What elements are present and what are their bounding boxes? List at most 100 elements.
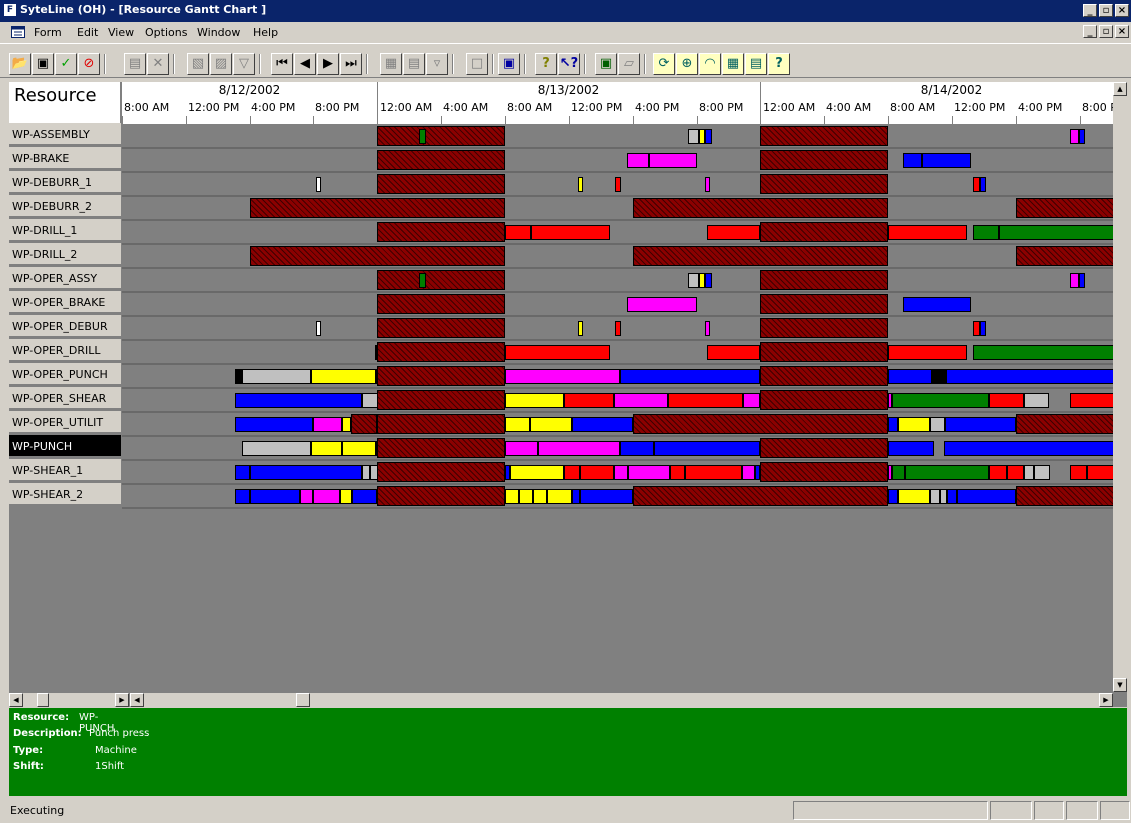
doc-restore-button[interactable]: ▫ xyxy=(1099,25,1113,38)
resource-row-label[interactable]: WP-OPER_ASSY xyxy=(9,267,121,290)
blank-page-icon[interactable]: □ xyxy=(466,53,488,75)
downtime-block[interactable] xyxy=(760,150,888,170)
downtime-block[interactable] xyxy=(250,198,505,218)
downtime-block[interactable] xyxy=(760,174,888,194)
downtime-block[interactable] xyxy=(377,486,505,506)
close-button[interactable]: × xyxy=(1115,4,1129,17)
job-bar[interactable] xyxy=(505,393,564,408)
job-bar[interactable] xyxy=(922,153,971,168)
job-bar[interactable] xyxy=(311,441,342,456)
job-bar[interactable] xyxy=(242,369,311,384)
job-bar[interactable] xyxy=(419,129,426,144)
job-bar[interactable] xyxy=(905,465,989,480)
resource-horizontal-scrollbar[interactable]: ◀ ▶ xyxy=(9,693,129,707)
menu-window[interactable]: Window xyxy=(197,26,240,39)
job-bar[interactable] xyxy=(530,417,572,432)
scroll-thumb[interactable] xyxy=(296,693,310,707)
resource-column-header[interactable]: Resource xyxy=(9,82,121,125)
form-view-icon[interactable]: ▤ xyxy=(403,53,425,75)
menu-help[interactable]: Help xyxy=(253,26,278,39)
downtime-block[interactable] xyxy=(377,414,505,434)
job-bar[interactable] xyxy=(615,177,621,192)
job-bar[interactable] xyxy=(362,465,370,480)
job-bar[interactable] xyxy=(903,153,922,168)
job-bar[interactable] xyxy=(316,177,321,192)
job-bar[interactable] xyxy=(930,489,940,504)
computer-icon[interactable]: ▣ xyxy=(595,53,617,75)
job-bar[interactable] xyxy=(620,441,654,456)
downtime-block[interactable] xyxy=(377,342,505,362)
job-bar[interactable] xyxy=(743,393,760,408)
query-icon[interactable]: ▿ xyxy=(426,53,448,75)
downtime-block[interactable] xyxy=(760,270,888,290)
job-bar[interactable] xyxy=(705,273,712,288)
job-bar[interactable] xyxy=(342,417,351,432)
resource-row-label[interactable]: WP-DRILL_2 xyxy=(9,243,121,266)
downtime-block[interactable] xyxy=(760,366,888,386)
resource-row-label[interactable]: WP-OPER_UTILIT xyxy=(9,411,121,434)
job-bar[interactable] xyxy=(973,345,1126,360)
job-bar[interactable] xyxy=(627,297,697,312)
filter-in-place-icon[interactable]: ▧ xyxy=(187,53,209,75)
job-bar[interactable] xyxy=(342,441,376,456)
job-bar[interactable] xyxy=(989,465,1007,480)
job-bar[interactable] xyxy=(1079,129,1085,144)
downtime-block[interactable] xyxy=(377,318,505,338)
job-bar[interactable] xyxy=(300,489,313,504)
job-bar[interactable] xyxy=(670,465,685,480)
what-is-this-icon[interactable]: ? xyxy=(768,53,790,75)
downtime-block[interactable] xyxy=(760,222,888,242)
resource-row-label[interactable]: WP-OPER_DEBUR xyxy=(9,315,121,338)
job-bar[interactable] xyxy=(980,177,986,192)
help-icon[interactable]: ? xyxy=(535,53,557,75)
job-bar[interactable] xyxy=(688,273,699,288)
job-bar[interactable] xyxy=(578,177,583,192)
scroll-right-icon[interactable]: ▶ xyxy=(115,693,129,707)
downtime-block[interactable] xyxy=(351,414,377,434)
job-bar[interactable] xyxy=(531,225,610,240)
new-record-icon[interactable]: ▤ xyxy=(124,53,146,75)
job-bar[interactable] xyxy=(930,417,945,432)
job-bar[interactable] xyxy=(505,441,538,456)
downtime-block[interactable] xyxy=(1016,198,1126,218)
job-bar[interactable] xyxy=(705,177,710,192)
job-bar[interactable] xyxy=(888,369,932,384)
report-icon[interactable]: ▤ xyxy=(745,53,767,75)
job-bar[interactable] xyxy=(1024,465,1034,480)
job-bar[interactable] xyxy=(705,321,710,336)
downtime-block[interactable] xyxy=(760,438,888,458)
doc-close-button[interactable]: × xyxy=(1115,25,1129,38)
scroll-up-icon[interactable]: ▲ xyxy=(1113,82,1127,96)
job-bar[interactable] xyxy=(533,489,547,504)
downtime-block[interactable] xyxy=(377,270,505,290)
job-bar[interactable] xyxy=(1024,393,1049,408)
job-bar[interactable] xyxy=(419,273,426,288)
next-record-icon[interactable]: ▶ xyxy=(317,53,339,75)
job-bar[interactable] xyxy=(510,465,564,480)
job-bar[interactable] xyxy=(627,153,649,168)
job-bar[interactable] xyxy=(888,489,898,504)
job-bar[interactable] xyxy=(580,489,633,504)
first-record-icon[interactable]: ⏮ xyxy=(271,53,293,75)
job-bar[interactable] xyxy=(1070,129,1079,144)
menu-form[interactable]: Form xyxy=(34,26,62,39)
resource-row-label[interactable]: WP-DEBURR_2 xyxy=(9,195,121,218)
job-bar[interactable] xyxy=(1079,273,1085,288)
job-bar[interactable] xyxy=(572,489,580,504)
job-bar[interactable] xyxy=(519,489,533,504)
job-bar[interactable] xyxy=(946,369,1126,384)
monitor-icon[interactable]: ▣ xyxy=(498,53,520,75)
job-bar[interactable] xyxy=(888,345,967,360)
minimize-button[interactable]: _ xyxy=(1083,4,1097,17)
job-bar[interactable] xyxy=(578,321,583,336)
menu-options[interactable]: Options xyxy=(145,26,187,39)
job-bar[interactable] xyxy=(705,129,712,144)
scroll-down-icon[interactable]: ▼ xyxy=(1113,678,1127,692)
job-bar[interactable] xyxy=(903,297,971,312)
job-bar[interactable] xyxy=(505,369,620,384)
job-bar[interactable] xyxy=(932,369,946,384)
menu-edit[interactable]: Edit xyxy=(77,26,98,39)
job-bar[interactable] xyxy=(615,321,621,336)
job-bar[interactable] xyxy=(505,489,519,504)
job-bar[interactable] xyxy=(564,465,580,480)
